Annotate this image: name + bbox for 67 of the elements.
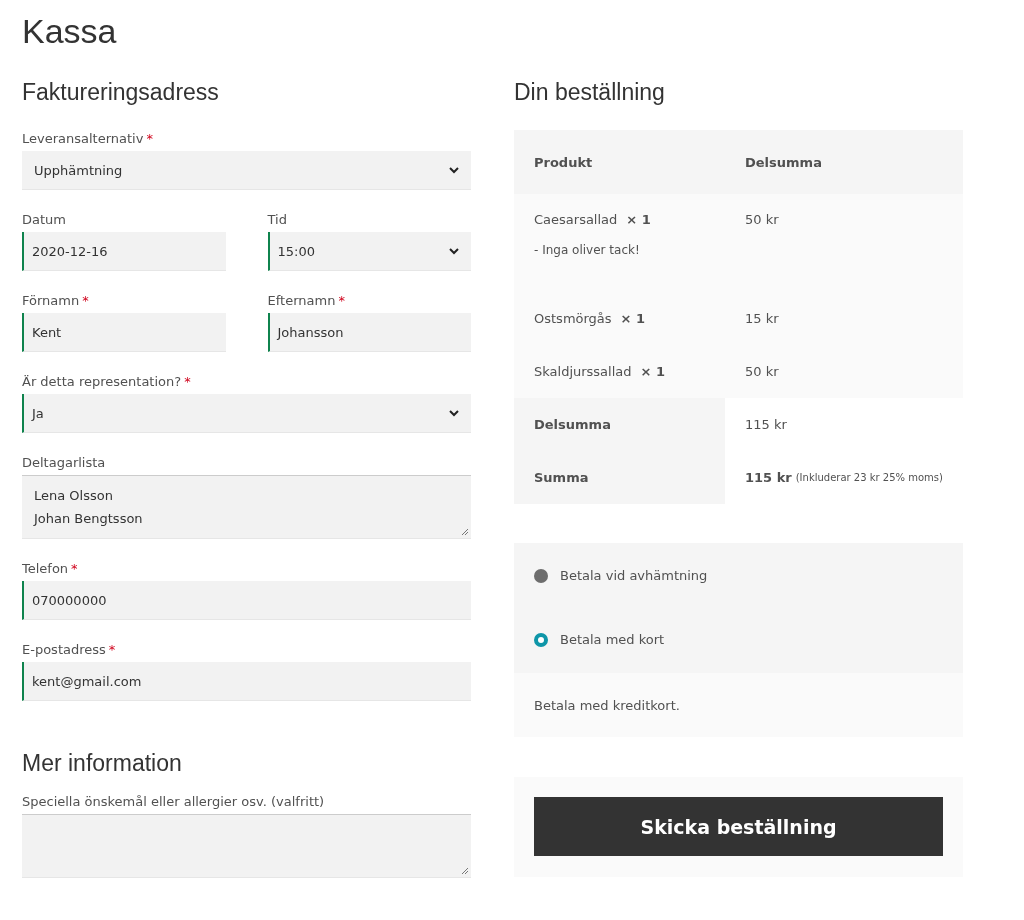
field-label: Leveransalternativ xyxy=(22,131,144,146)
field-value: Upphämtning xyxy=(34,161,124,180)
product-name: Caesarsallad xyxy=(534,212,618,227)
field-value: kent@gmail.com xyxy=(32,672,143,691)
field-label: Förnamn xyxy=(22,293,80,308)
payment-option-label[interactable]: Betala med kort xyxy=(560,632,665,647)
field-label: Deltagarlista xyxy=(22,455,106,470)
chevron-down-icon xyxy=(449,247,459,255)
line-subtotal: 50 kr xyxy=(745,364,780,379)
required-mark: * xyxy=(108,642,116,657)
field-label: Är detta representation? xyxy=(22,374,182,389)
required-mark: * xyxy=(82,293,89,308)
product-note: - Inga oliver tack! xyxy=(534,243,641,257)
total-value: 115 kr xyxy=(745,470,792,485)
line-subtotal: 15 kr xyxy=(745,311,780,326)
column-header: Delsumma xyxy=(744,153,823,172)
product-name: Ostsmörgås xyxy=(534,311,612,326)
input-field[interactable]: 2020-12-16 xyxy=(22,232,226,271)
field-label: Tid xyxy=(267,212,287,227)
tax-note: (Inkluderar 23 kr 25% moms) xyxy=(795,472,943,483)
input-field[interactable]: Kent xyxy=(22,313,226,352)
chevron-down-icon xyxy=(449,166,459,174)
input-field[interactable]: Johansson xyxy=(267,313,471,352)
field-value: 15:00 xyxy=(277,242,316,261)
required-mark: * xyxy=(184,374,191,389)
column-header: Produkt xyxy=(533,153,594,172)
select-field[interactable]: Upphämtning xyxy=(22,151,471,190)
field-value: 2020-12-16 xyxy=(32,242,109,261)
payment-option-label[interactable]: Betala vid avhämtning xyxy=(560,568,708,583)
input-field[interactable]: 070000000 xyxy=(22,581,471,620)
product-name: Skaldjurssallad xyxy=(534,364,632,379)
submit-order-button[interactable]: Skicka beställning xyxy=(534,797,943,856)
field-label: Telefon xyxy=(22,561,69,576)
page-title: Kassa xyxy=(22,11,118,52)
field-label: E-postadress xyxy=(22,642,106,657)
chevron-down-icon xyxy=(449,409,459,417)
textarea-field[interactable]: Lena Olsson Johan Bengtsson xyxy=(22,475,471,539)
product-quantity: × 1 xyxy=(640,364,665,379)
section-heading: Mer information xyxy=(22,749,183,778)
input-field[interactable]: kent@gmail.com xyxy=(22,662,471,701)
field-label: Datum xyxy=(22,212,66,227)
product-quantity: × 1 xyxy=(626,212,651,227)
field-value: Lena Olsson Johan Bengtsson xyxy=(34,487,144,528)
resize-grip-icon[interactable] xyxy=(461,867,469,875)
total-label: Summa xyxy=(534,470,590,485)
field-value: 070000000 xyxy=(32,591,108,610)
field-value: Ja xyxy=(32,404,45,423)
field-value: Kent xyxy=(32,323,63,342)
required-mark: * xyxy=(71,561,78,576)
total-label: Delsumma xyxy=(534,417,612,432)
required-mark: * xyxy=(146,131,153,146)
radio-button[interactable] xyxy=(534,632,548,647)
total-value: 115 kr xyxy=(745,417,787,432)
field-label: Speciella önskemål eller allergier osv. (valfritt) xyxy=(22,794,325,809)
section-heading: Din beställning xyxy=(514,78,666,107)
select-field[interactable]: Ja xyxy=(22,394,471,433)
radio-button[interactable] xyxy=(534,568,548,583)
field-label: Efternamn xyxy=(267,293,336,308)
product-quantity: × 1 xyxy=(620,311,646,326)
textarea-field[interactable] xyxy=(22,814,471,878)
section-heading: Faktureringsadress xyxy=(22,78,220,107)
line-subtotal: 50 kr xyxy=(745,212,780,227)
required-mark: * xyxy=(338,293,345,308)
resize-grip-icon[interactable] xyxy=(461,528,469,536)
payment-description: Betala med kreditkort. xyxy=(534,697,680,713)
select-field[interactable]: 15:00 xyxy=(267,232,471,271)
field-value: Johansson xyxy=(277,323,345,342)
